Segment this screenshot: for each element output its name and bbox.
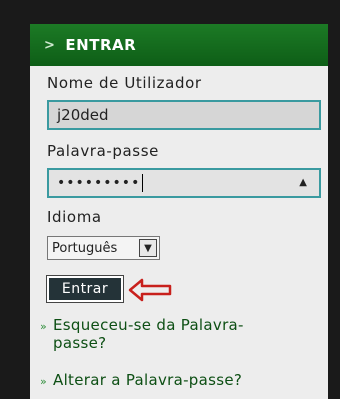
password-field[interactable]: ••••••••• ▲ bbox=[47, 168, 321, 198]
login-panel: > ENTRAR Nome de Utilizador j20ded Palav… bbox=[30, 24, 328, 399]
username-value: j20ded bbox=[57, 106, 109, 124]
password-value: ••••••••• bbox=[57, 175, 141, 191]
language-select[interactable]: Português ▼ bbox=[47, 236, 160, 260]
login-title: ENTRAR bbox=[65, 36, 137, 54]
language-label: Idioma bbox=[47, 208, 102, 226]
change-password-link[interactable]: » Alterar a Palavra-passe? bbox=[40, 371, 242, 389]
username-field[interactable]: j20ded bbox=[47, 100, 321, 130]
password-label: Palavra-passe bbox=[47, 142, 159, 160]
change-password-text: Alterar a Palavra-passe? bbox=[53, 371, 243, 389]
login-header: > ENTRAR bbox=[30, 24, 328, 66]
show-password-icon[interactable]: ▲ bbox=[299, 177, 307, 188]
forgot-password-link[interactable]: » Esqueceu-se da Palavra-passe? bbox=[40, 316, 244, 352]
forgot-password-text: Esqueceu-se da Palavra-passe? bbox=[53, 316, 244, 352]
username-label: Nome de Utilizador bbox=[47, 74, 202, 92]
chevron-right-icon: > bbox=[44, 37, 56, 53]
double-chevron-icon: » bbox=[40, 375, 48, 388]
text-caret bbox=[142, 174, 144, 192]
pointer-arrow-icon bbox=[128, 278, 172, 302]
double-chevron-icon: » bbox=[40, 320, 48, 333]
language-selected: Português bbox=[52, 240, 118, 256]
login-button[interactable]: Entrar bbox=[46, 275, 124, 303]
chevron-down-icon[interactable]: ▼ bbox=[139, 239, 157, 257]
